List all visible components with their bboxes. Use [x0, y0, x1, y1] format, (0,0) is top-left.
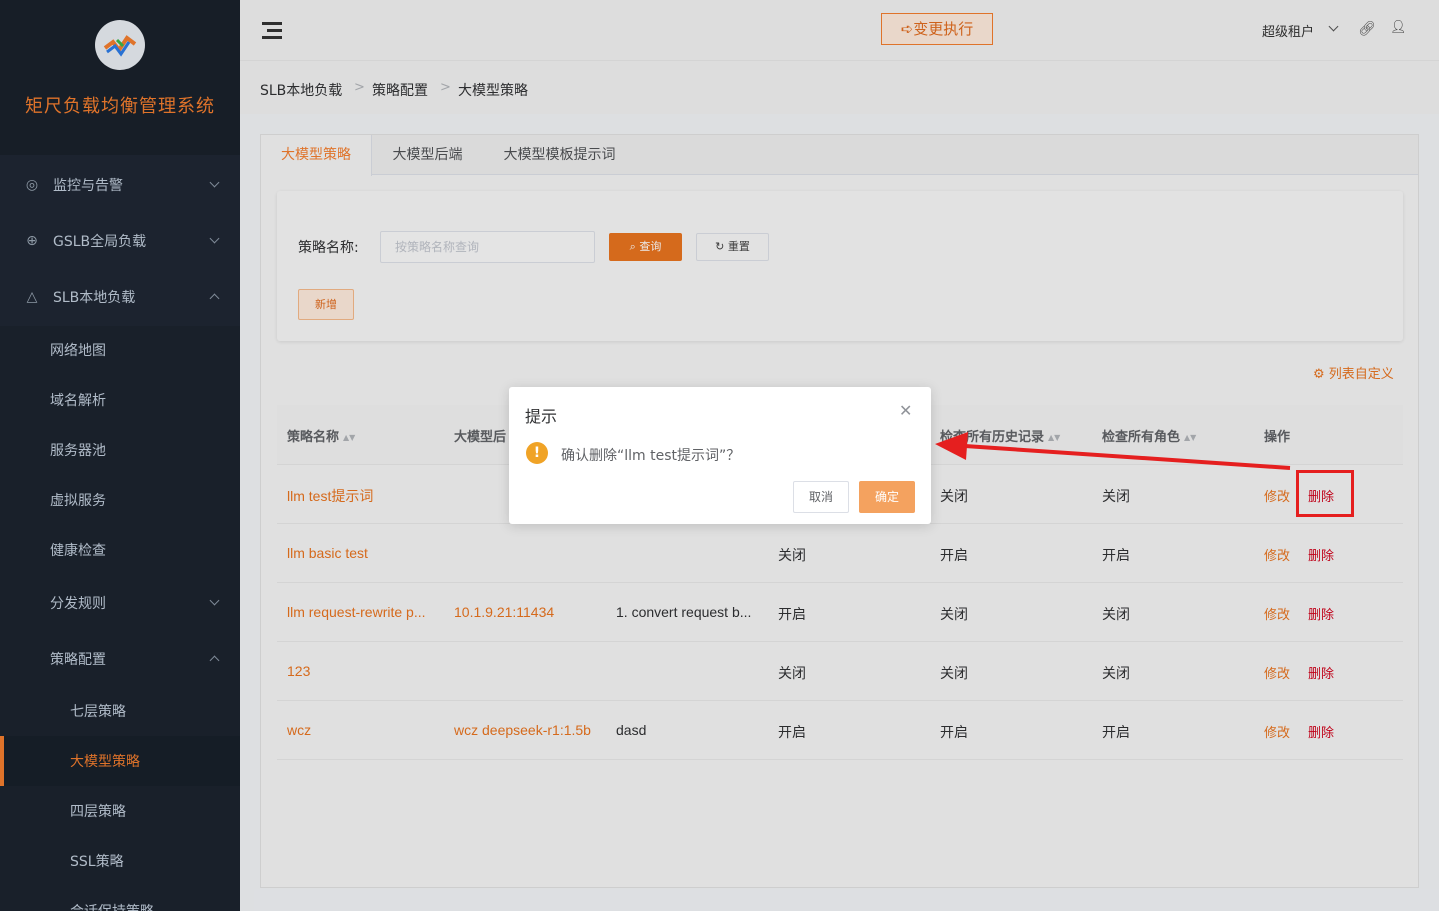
close-icon[interactable]: ✕ [899, 401, 912, 420]
annotation-highlight-box [1296, 470, 1354, 517]
dialog-message: 确认删除“llm test提示词”？ [561, 448, 741, 464]
warning-icon: ! [526, 442, 548, 464]
confirm-dialog: 提示 ✕ ! 确认删除“llm test提示词”？ 取消 确定 [509, 387, 931, 524]
cancel-button[interactable]: 取消 [793, 481, 849, 513]
confirm-button[interactable]: 确定 [859, 481, 915, 513]
dialog-title: 提示 [525, 407, 558, 426]
